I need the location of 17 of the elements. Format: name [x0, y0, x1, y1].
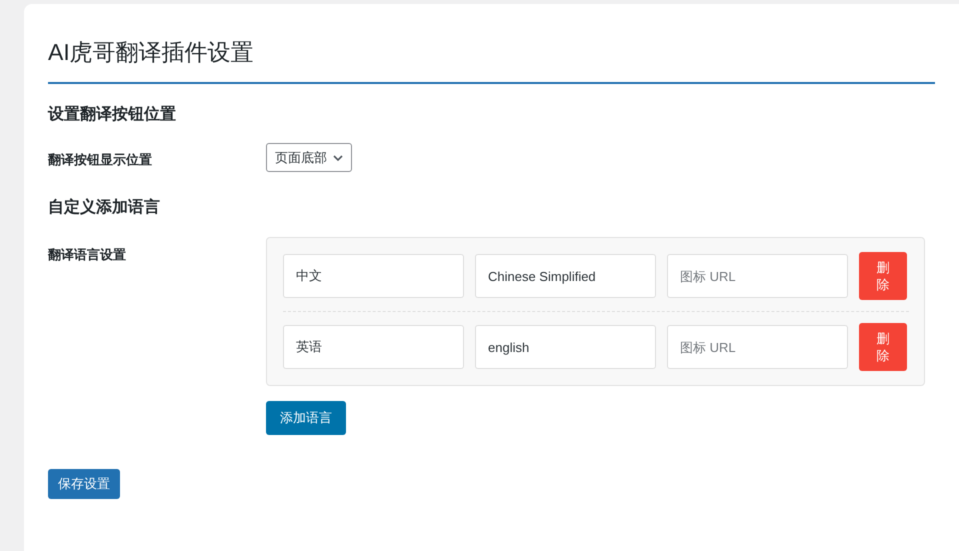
- input-field[interactable]: 中文: [283, 254, 464, 298]
- page-title: AI虎哥翻译插件设置: [48, 38, 255, 67]
- delete-button[interactable]: 删除: [859, 323, 907, 371]
- caret-icon: [333, 154, 343, 160]
- input-field[interactable]: 图标 URL: [667, 325, 848, 369]
- field-label: 翻译语言设置: [48, 246, 127, 264]
- position-select[interactable]: 页面底部: [266, 143, 352, 172]
- add-language-button[interactable]: 添加语言: [266, 401, 346, 435]
- section-heading: 自定义添加语言: [48, 197, 161, 218]
- input-field[interactable]: 英语: [283, 325, 464, 369]
- input-field[interactable]: english: [475, 325, 656, 369]
- save-button[interactable]: 保存设置: [48, 469, 120, 499]
- field-label: 翻译按钮显示位置: [48, 151, 153, 169]
- section-heading: 设置翻译按钮位置: [48, 104, 177, 125]
- input-field[interactable]: 图标 URL: [667, 254, 848, 298]
- delete-button[interactable]: 删除: [859, 252, 907, 300]
- input-field[interactable]: Chinese Simplified: [475, 254, 656, 298]
